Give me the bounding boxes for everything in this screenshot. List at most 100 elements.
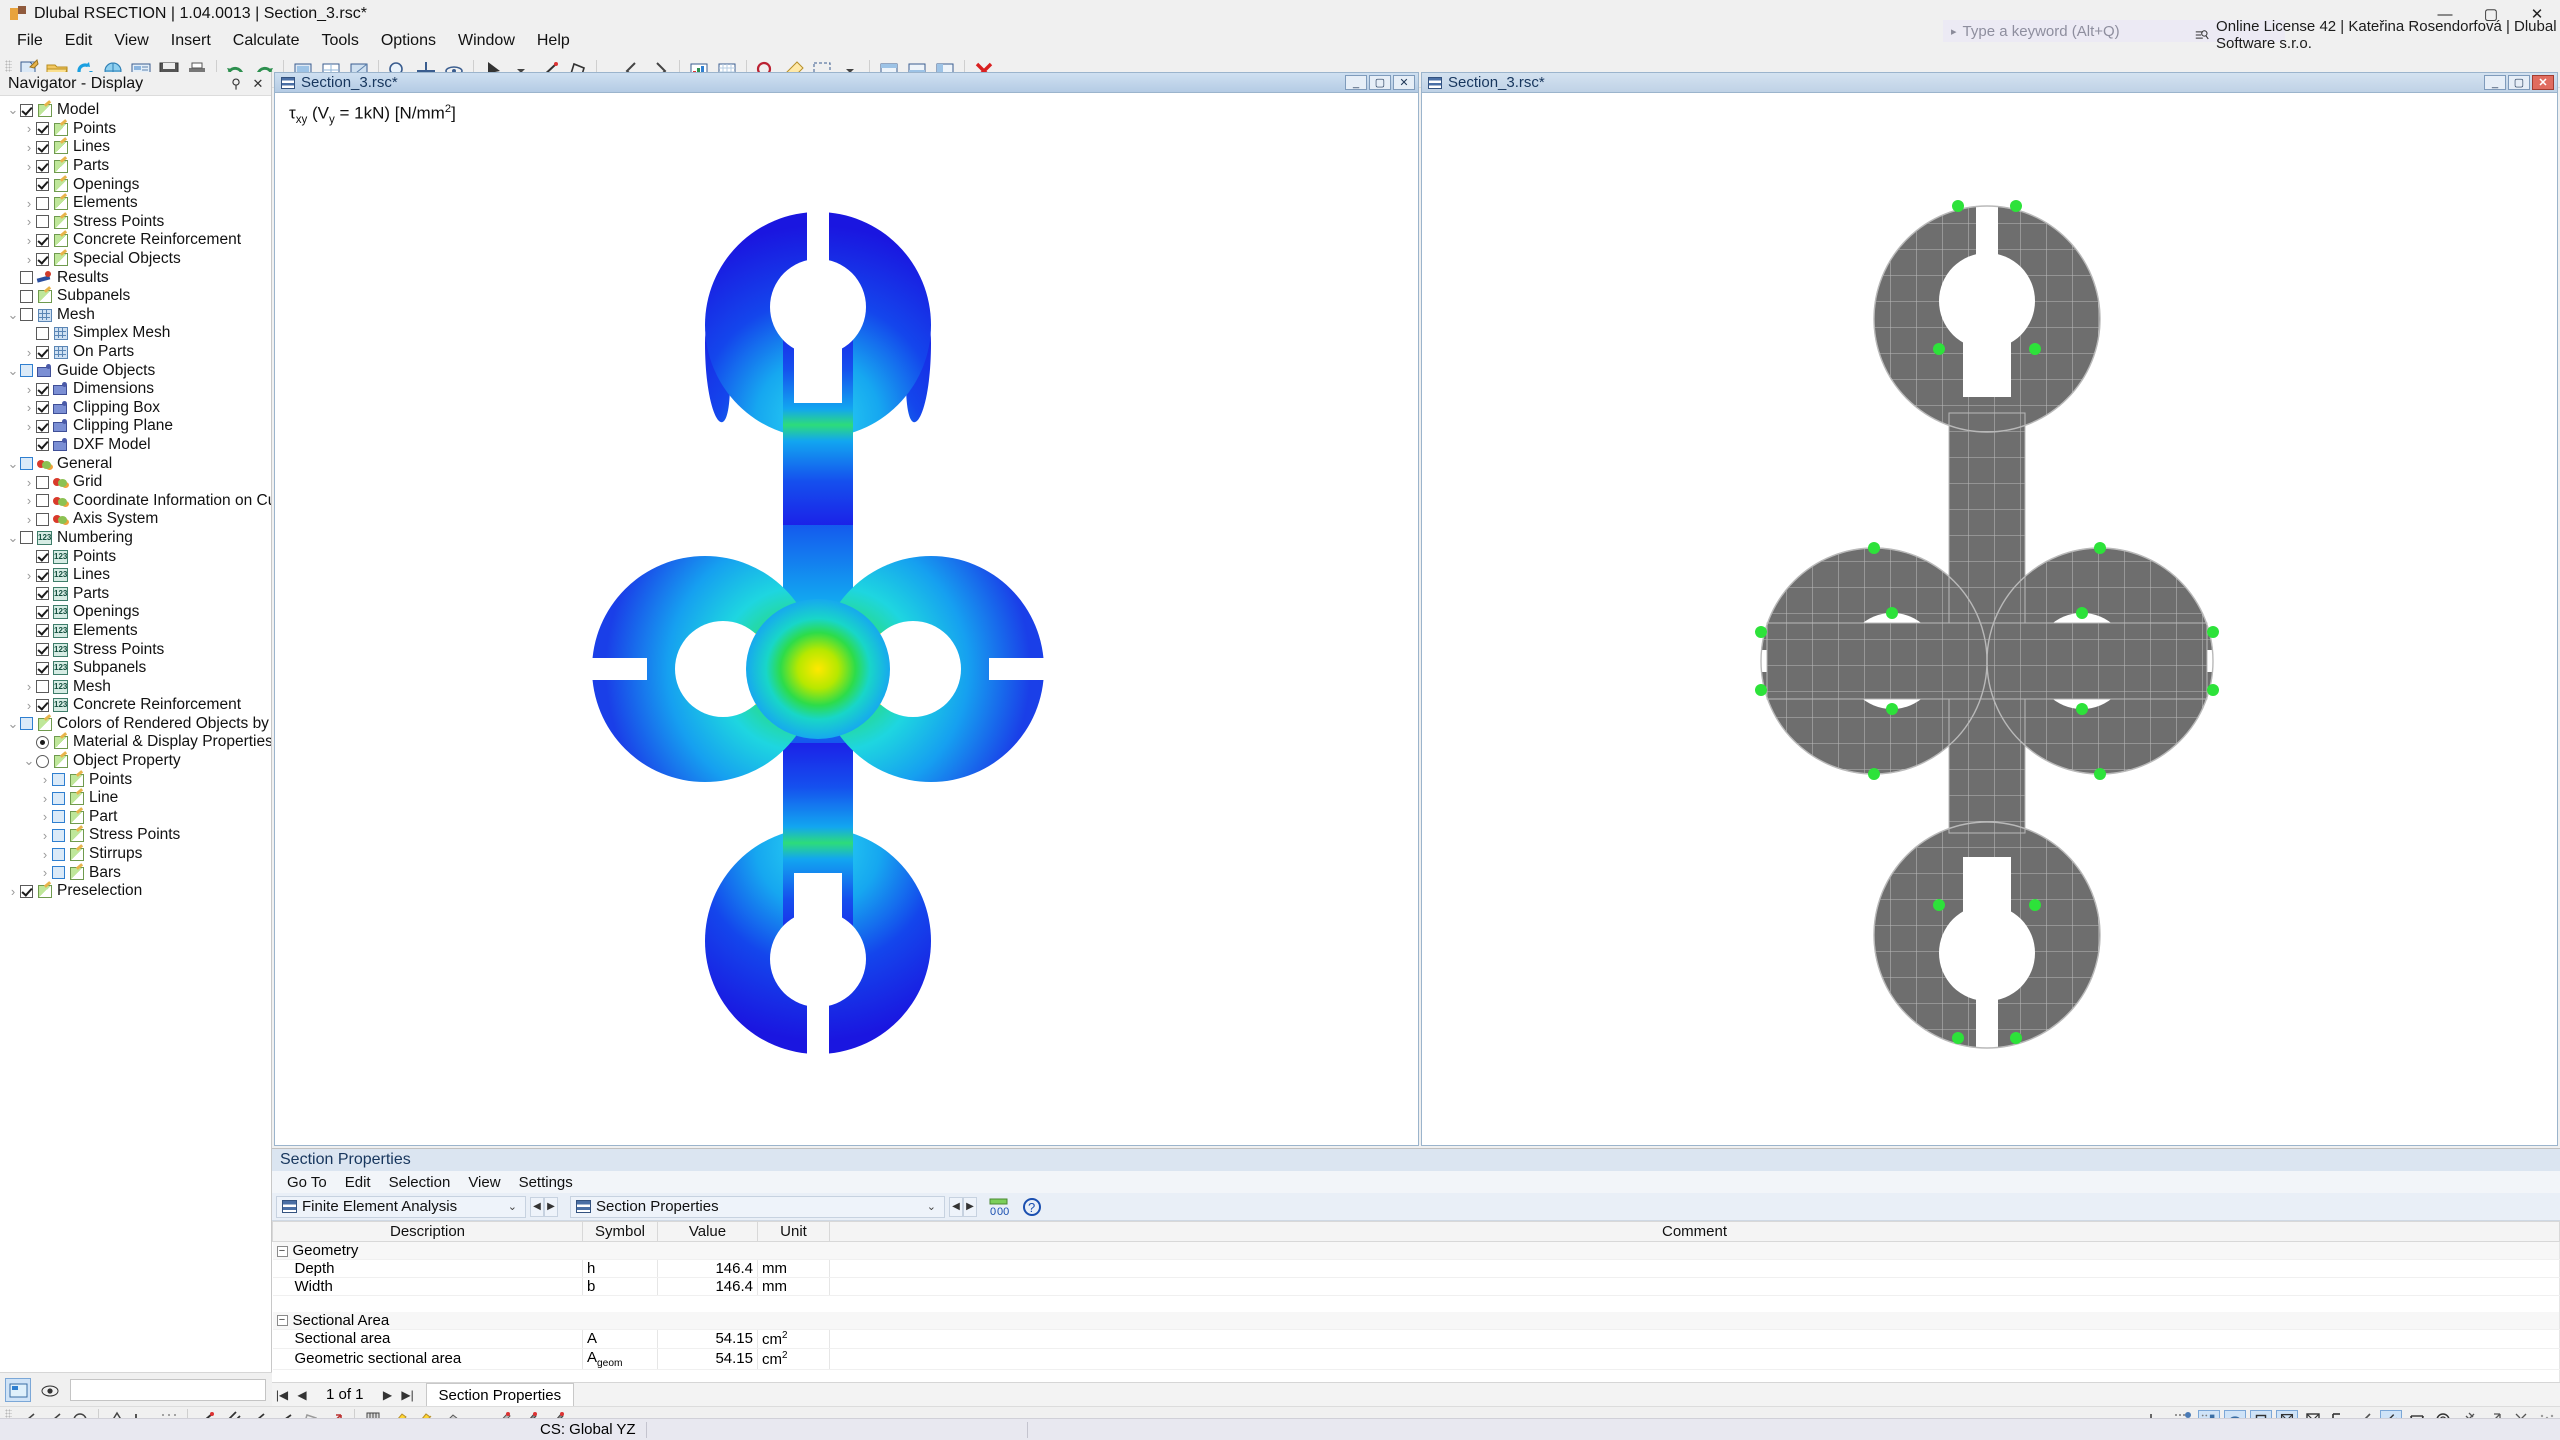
viewport-right-minimize[interactable]: _ — [2484, 75, 2506, 90]
navigator-tree-item[interactable]: › Clipping Box — [0, 399, 271, 418]
navigator-tree-item[interactable]: › Stress Points — [0, 213, 271, 232]
pager-prev-button[interactable]: ◀ — [292, 1385, 312, 1405]
chevron-down-icon[interactable]: ⌄ — [6, 530, 20, 546]
group-collapse-icon[interactable]: − — [276, 1245, 288, 1257]
menu-item-window[interactable]: Window — [447, 29, 526, 53]
chevron-right-icon[interactable]: › — [6, 884, 20, 899]
chevron-right-icon[interactable]: › — [22, 214, 36, 229]
chevron-right-icon[interactable]: › — [38, 791, 52, 806]
tree-checkbox[interactable] — [36, 140, 49, 154]
tree-checkbox[interactable] — [20, 103, 33, 117]
chevron-right-icon[interactable]: › — [38, 828, 52, 843]
table-menu-settings[interactable]: Settings — [510, 1172, 582, 1193]
pager-first-button[interactable]: |◀ — [272, 1385, 292, 1405]
tree-checkbox[interactable] — [20, 884, 33, 898]
chevron-right-icon[interactable]: › — [38, 809, 52, 824]
navigator-tree-item[interactable]: › Points — [0, 120, 271, 139]
menu-item-help[interactable]: Help — [526, 29, 581, 53]
tree-checkbox[interactable] — [20, 531, 33, 545]
navigator-tree-item[interactable]: 123 Openings — [0, 603, 271, 622]
tree-checkbox[interactable] — [52, 791, 65, 805]
chevron-right-icon[interactable]: › — [22, 196, 36, 211]
navigator-tree-item[interactable]: Subpanels — [0, 287, 271, 306]
help-icon[interactable]: ? — [1019, 1196, 1045, 1218]
navigator-tree-item[interactable]: › Concrete Reinforcement — [0, 231, 271, 250]
menu-item-edit[interactable]: Edit — [54, 29, 104, 53]
menu-item-options[interactable]: Options — [370, 29, 447, 53]
table-row[interactable]: Sectional area A 54.15 cm2 — [272, 1329, 2560, 1349]
table-group-row[interactable]: − Geometry — [272, 1241, 2560, 1260]
navigator-tree-item[interactable]: ⌄ Guide Objects — [0, 361, 271, 380]
display-toggle-button[interactable] — [5, 1377, 31, 1402]
viewport-right-maximize[interactable]: ▢ — [2508, 75, 2530, 90]
tree-checkbox[interactable] — [36, 475, 49, 489]
tree-checkbox[interactable] — [36, 419, 49, 433]
tree-checkbox[interactable] — [20, 308, 33, 322]
chevron-down-icon[interactable]: ⌄ — [6, 456, 20, 472]
table-menu-edit[interactable]: Edit — [336, 1172, 380, 1193]
navigator-tree-item[interactable]: › 123 Concrete Reinforcement — [0, 696, 271, 715]
tree-radio[interactable] — [36, 754, 49, 768]
tree-checkbox[interactable] — [36, 326, 49, 340]
navigator-tree-item[interactable]: 123 Points — [0, 547, 271, 566]
navigator-tree-item[interactable]: Material & Display Properties — [0, 733, 271, 752]
tree-checkbox[interactable] — [36, 159, 49, 173]
chevron-right-icon[interactable]: › — [22, 512, 36, 527]
chevron-right-icon[interactable]: › — [22, 140, 36, 155]
navigator-tree-item[interactable]: › Part — [0, 808, 271, 827]
navigator-tree-item[interactable]: › 123 Mesh — [0, 677, 271, 696]
tree-checkbox[interactable] — [20, 289, 33, 303]
tree-checkbox[interactable] — [36, 252, 49, 266]
tree-checkbox[interactable] — [36, 680, 49, 694]
navigator-tree-item[interactable]: Simplex Mesh — [0, 324, 271, 343]
navigator-tree-item[interactable]: › Axis System — [0, 510, 271, 529]
navigator-tree-item[interactable]: › Lines — [0, 138, 271, 157]
navigator-tree-item[interactable]: › Dimensions — [0, 380, 271, 399]
tree-checkbox[interactable] — [20, 717, 33, 731]
chevron-right-icon[interactable]: › — [22, 345, 36, 360]
chevron-right-icon[interactable]: › — [38, 865, 52, 880]
navigator-tree-item[interactable]: › Grid — [0, 473, 271, 492]
tree-checkbox[interactable] — [36, 512, 49, 526]
tree-checkbox[interactable] — [36, 587, 49, 601]
col-description[interactable]: Description — [272, 1221, 583, 1242]
chevron-right-icon[interactable]: › — [22, 698, 36, 713]
navigator-tree-item[interactable]: › Clipping Plane — [0, 417, 271, 436]
chevron-right-icon[interactable]: › — [22, 252, 36, 267]
tree-checkbox[interactable] — [36, 382, 49, 396]
navigator-tree-item[interactable]: › Points — [0, 770, 271, 789]
viewport-left-canvas[interactable]: τxy (Vy = 1kN) [N/mm2] — [275, 93, 1418, 1145]
tree-checkbox[interactable] — [36, 494, 49, 508]
tree-checkbox[interactable] — [36, 401, 49, 415]
tree-checkbox[interactable] — [52, 773, 65, 787]
chevron-right-icon[interactable]: › — [38, 772, 52, 787]
tree-checkbox[interactable] — [36, 550, 49, 564]
navigator-tree-item[interactable]: ⌄ Model — [0, 101, 271, 120]
table-menu-view[interactable]: View — [459, 1172, 509, 1193]
viewport-right-canvas[interactable] — [1422, 93, 2557, 1145]
menu-item-insert[interactable]: Insert — [160, 29, 222, 53]
section-properties-table[interactable]: Description Symbol Value Unit Comment − G… — [272, 1221, 2560, 1385]
tree-checkbox[interactable] — [52, 866, 65, 880]
tree-checkbox[interactable] — [36, 438, 49, 452]
tree-checkbox[interactable] — [36, 568, 49, 582]
navigator-tree-item[interactable]: Results — [0, 268, 271, 287]
col-comment[interactable]: Comment — [829, 1221, 2560, 1242]
group-collapse-icon[interactable]: − — [276, 1315, 288, 1327]
chevron-right-icon[interactable]: › — [22, 121, 36, 136]
tree-checkbox[interactable] — [36, 605, 49, 619]
decimal-places-icon[interactable]: 0 00 — [987, 1196, 1011, 1218]
table-menu-goto[interactable]: Go To — [278, 1172, 336, 1193]
navigator-tree-item[interactable]: › Stirrups — [0, 845, 271, 864]
tree-checkbox[interactable] — [52, 828, 65, 842]
chevron-right-icon[interactable]: › — [22, 475, 36, 490]
pager-next-button[interactable]: ▶ — [378, 1385, 398, 1405]
table-menu-selection[interactable]: Selection — [380, 1172, 460, 1193]
tree-checkbox[interactable] — [52, 810, 65, 824]
table-type-combo[interactable]: Section Properties ⌄ — [570, 1195, 945, 1218]
menu-item-view[interactable]: View — [103, 29, 159, 53]
navigator-tree-item[interactable]: › 123 Lines — [0, 566, 271, 585]
navigator-tree-item[interactable]: 123 Parts — [0, 584, 271, 603]
chevron-right-icon[interactable]: › — [22, 233, 36, 248]
viewport-left-close[interactable]: ✕ — [1393, 75, 1415, 90]
